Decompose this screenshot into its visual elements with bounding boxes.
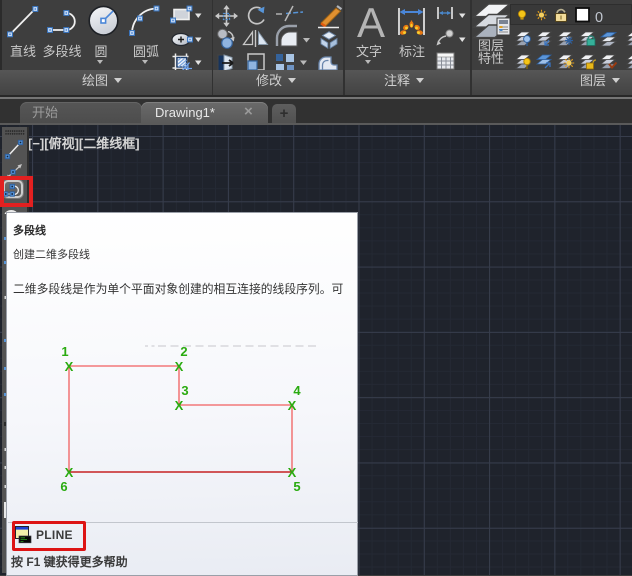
svg-text:A: A xyxy=(357,0,385,46)
svg-text:2: 2 xyxy=(180,344,187,359)
svg-text:X: X xyxy=(175,359,184,374)
svg-text:X: X xyxy=(288,398,297,413)
svg-text:X: X xyxy=(175,398,184,413)
svg-text:X: X xyxy=(288,465,297,480)
svg-text:0: 0 xyxy=(595,10,603,26)
svg-text:6: 6 xyxy=(60,479,67,494)
svg-text:X: X xyxy=(65,359,74,374)
svg-text:5: 5 xyxy=(293,479,300,494)
svg-text:1: 1 xyxy=(61,344,68,359)
svg-text:3: 3 xyxy=(181,383,188,398)
svg-text:X: X xyxy=(65,465,74,480)
svg-text:4: 4 xyxy=(293,383,301,398)
